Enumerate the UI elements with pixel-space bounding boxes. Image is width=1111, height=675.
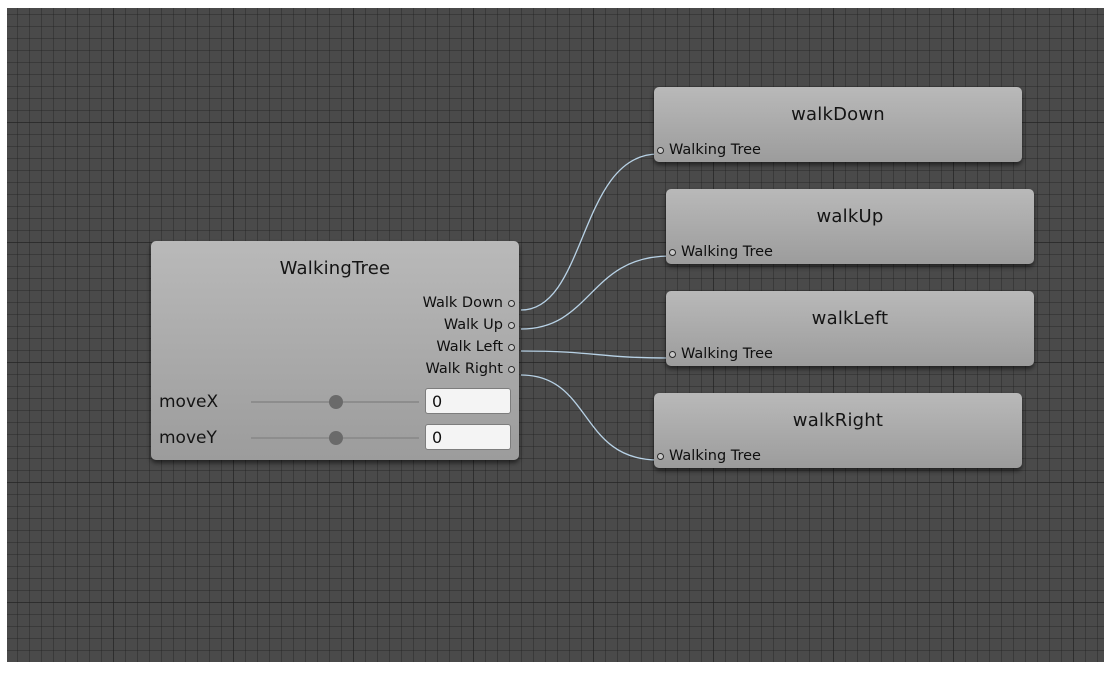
output-port-label: Walk Right [425, 361, 503, 377]
wire-walk-right [520, 374, 659, 461]
port-dot-icon[interactable] [657, 146, 664, 154]
port-dot-icon[interactable] [508, 299, 515, 307]
state-node-title: walkDown [791, 104, 885, 125]
output-port-label: Walk Left [436, 339, 503, 355]
state-node-title: walkRight [792, 410, 884, 431]
input-port-walking-tree[interactable]: Walking Tree [669, 244, 773, 260]
port-dot-icon[interactable] [508, 343, 515, 351]
graph-canvas[interactable]: WalkingTree Walk Down Walk Up Walk Left … [7, 8, 1104, 662]
walkingtree-node-title: WalkingTree [279, 258, 391, 279]
output-port-walk-up[interactable]: Walk Up [444, 317, 515, 333]
port-dot-icon[interactable] [508, 321, 515, 329]
state-node-title: walkUp [816, 206, 884, 227]
input-port-label: Walking Tree [669, 448, 761, 464]
param-row-movex: moveX [159, 387, 514, 417]
input-port-label: Walking Tree [681, 244, 773, 260]
param-row-movey: moveY [159, 423, 514, 453]
param-label-movex: moveX [159, 392, 219, 412]
movey-value-field[interactable] [425, 424, 511, 450]
state-node-walkdown[interactable]: walkDown Walking Tree [654, 87, 1022, 162]
port-dot-icon[interactable] [657, 452, 664, 460]
output-port-walk-left[interactable]: Walk Left [436, 339, 515, 355]
output-port-label: Walk Down [422, 295, 503, 311]
output-port-label: Walk Up [443, 317, 503, 333]
port-dot-icon[interactable] [669, 248, 676, 256]
input-port-label: Walking Tree [681, 346, 773, 362]
walkingtree-node[interactable]: WalkingTree Walk Down Walk Up Walk Left … [151, 241, 519, 460]
wire-walk-up [520, 255, 671, 330]
input-port-walking-tree[interactable]: Walking Tree [657, 448, 761, 464]
state-node-title: walkLeft [811, 308, 889, 329]
state-node-walkright[interactable]: walkRight Walking Tree [654, 393, 1022, 468]
output-port-walk-right[interactable]: Walk Right [425, 361, 515, 377]
port-dot-icon[interactable] [669, 350, 676, 358]
movey-slider-thumb[interactable] [329, 431, 343, 445]
state-node-walkleft[interactable]: walkLeft Walking Tree [666, 291, 1034, 366]
input-port-walking-tree[interactable]: Walking Tree [657, 142, 761, 158]
input-port-label: Walking Tree [669, 142, 761, 158]
wire-walk-down [520, 153, 659, 311]
param-label-movey: moveY [159, 428, 217, 448]
input-port-walking-tree[interactable]: Walking Tree [669, 346, 773, 362]
movex-value-field[interactable] [425, 388, 511, 414]
wire-walk-left [520, 350, 671, 359]
output-port-walk-down[interactable]: Walk Down [423, 295, 515, 311]
movex-slider-thumb[interactable] [329, 395, 343, 409]
port-dot-icon[interactable] [508, 365, 515, 373]
state-node-walkup[interactable]: walkUp Walking Tree [666, 189, 1034, 264]
